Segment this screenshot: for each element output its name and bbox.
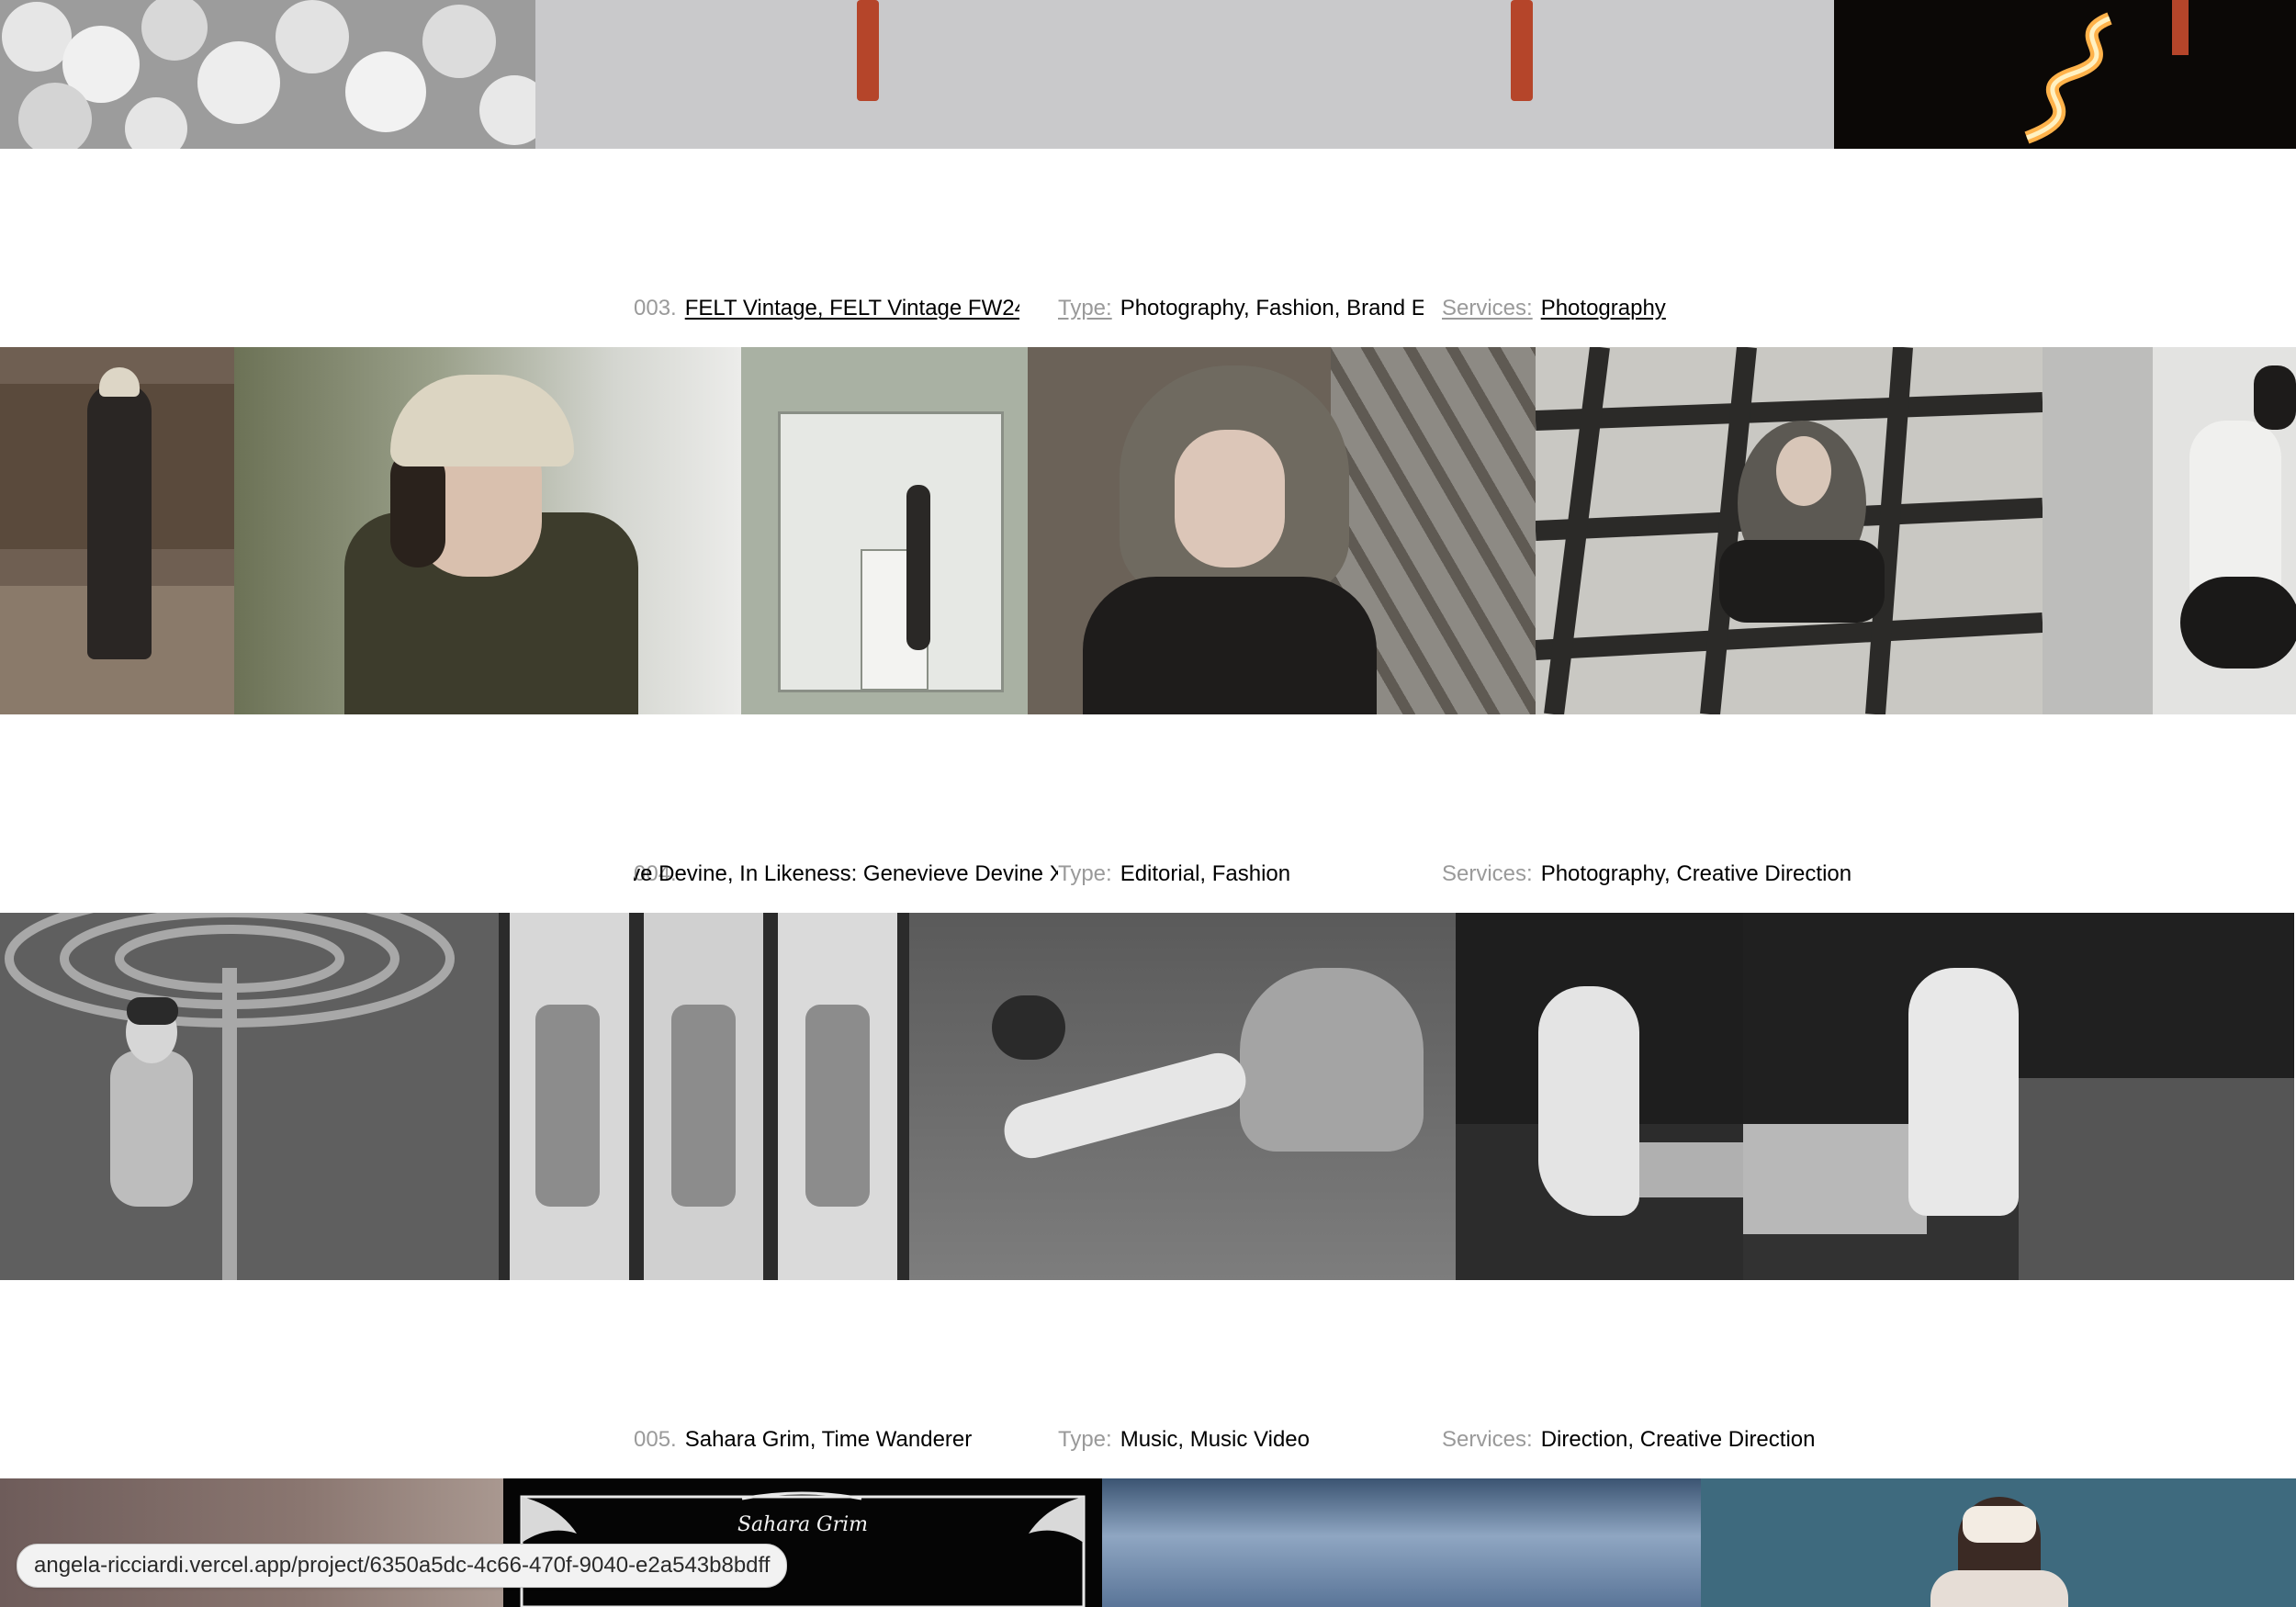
shrubs	[2019, 1078, 2294, 1280]
model-coat	[1538, 986, 1639, 1216]
model-face	[1175, 430, 1285, 568]
gallery-image-salt-flats[interactable]	[535, 0, 1834, 149]
gallery-image-triptych-mirror[interactable]	[499, 913, 909, 1280]
model-dress	[671, 1005, 736, 1207]
project-004-type-cell: Type: Editorial, Fashion	[1058, 856, 1424, 893]
type-value: Photography, Fashion, Brand Editorial	[1120, 296, 1424, 320]
services-label: Services:	[1442, 861, 1533, 886]
model-shoulders	[1930, 1570, 2068, 1607]
project-title-link[interactable]: Sahara Grim, Time Wanderer	[685, 1422, 973, 1458]
project-004-meta-row: 004. Genevieve Devine, In Likeness: Gene…	[0, 856, 2296, 893]
project-005-title-cell[interactable]: 005. Sahara Grim, Time Wanderer	[634, 1422, 1058, 1458]
project-title-link[interactable]: FELT Vintage, FELT Vintage FW24	[685, 290, 1019, 327]
gallery-image-sky-water[interactable]	[1102, 1478, 1701, 1607]
gallery-image-sea-bow[interactable]	[1701, 1478, 2296, 1607]
gallery-image-park-bench-running[interactable]	[1456, 913, 1743, 1280]
gallery-image-white-flowers[interactable]	[0, 0, 535, 149]
figure-red	[857, 0, 879, 101]
gallery-image-labyrinth-kneeling[interactable]	[0, 913, 499, 1280]
model-torso	[1083, 577, 1377, 714]
model-coat	[1908, 968, 2019, 1216]
white-flowers-image	[0, 0, 535, 149]
gallery-image-fur-bag[interactable]	[2043, 347, 2296, 714]
services-label: Services:	[1442, 296, 1533, 320]
type-label: Type:	[1058, 296, 1112, 320]
project-number: 005.	[634, 1427, 677, 1452]
type-value: Editorial, Fashion	[1120, 861, 1291, 886]
project-004-title-cell[interactable]: 004. Genevieve Devine, In Likeness: Gene…	[634, 856, 1058, 893]
hair-bow	[1963, 1506, 2036, 1543]
project-003-services-cell: Services: Photography	[1442, 290, 1901, 327]
project-005-type-cell: Type: Music, Music Video	[1058, 1422, 1424, 1458]
link-preview-status-bar: angela-ricciardi.vercel.app/project/6350…	[17, 1544, 788, 1588]
album-title: Sahara Grim	[737, 1513, 869, 1536]
gallery-image-knit-hat-portrait[interactable]	[234, 347, 741, 714]
gallery-image-deck-seated[interactable]	[0, 347, 234, 714]
model-figure	[87, 384, 152, 659]
white-wall	[2043, 347, 2153, 714]
project-005-services-cell: Services: Direction, Creative Direction	[1442, 1422, 1993, 1458]
project-004-services-cell: Services: Photography, Creative Directio…	[1442, 856, 1993, 893]
gallery-image-fire-trail[interactable]	[1834, 0, 2296, 149]
fur-bag	[2180, 577, 2296, 669]
services-value[interactable]: Photography	[1541, 290, 1666, 327]
ornate-frame	[520, 1491, 1086, 1607]
figure-red	[1511, 0, 1533, 101]
project-003-gallery[interactable]	[0, 347, 2296, 714]
gallery-image-tiles-seated[interactable]	[1536, 347, 2043, 714]
gallery-image-hooded-portrait[interactable]	[1028, 347, 1536, 714]
model-head	[992, 995, 1065, 1060]
type-label: Type:	[1058, 1427, 1112, 1452]
gallery-image-ornate-interior[interactable]	[0, 1478, 503, 1607]
gallery-image-reclining-grass[interactable]	[909, 913, 1456, 1280]
model-figure	[906, 485, 930, 650]
project-002-gallery[interactable]	[0, 0, 2296, 149]
project-004-gallery[interactable]	[0, 913, 2296, 1280]
project-005-gallery[interactable]: Sahara Grim	[0, 1478, 2296, 1607]
tile-grid	[1536, 347, 2043, 714]
project-003-type-cell: Type: Photography, Fashion, Brand Editor…	[1058, 290, 1424, 327]
project-003-meta-row: 003. FELT Vintage, FELT Vintage FW24 Typ…	[0, 290, 2296, 327]
gallery-image-greenhouse[interactable]	[741, 347, 1028, 714]
services-label: Services:	[1442, 1427, 1533, 1452]
project-number: 003.	[634, 296, 677, 320]
labyrinth-image	[0, 913, 499, 1280]
project-003-title-cell[interactable]: 003. FELT Vintage, FELT Vintage FW24	[634, 290, 1019, 327]
bench	[1743, 1124, 1927, 1234]
services-value: Direction, Creative Direction	[1540, 1427, 1816, 1452]
project-005-meta-row: 005. Sahara Grim, Time Wanderer Type: Mu…	[0, 1422, 2296, 1458]
gallery-image-album-cover[interactable]: Sahara Grim	[503, 1478, 1102, 1607]
model-dress	[1240, 968, 1424, 1152]
model-hair	[2254, 365, 2296, 430]
project-title-link[interactable]: Genevieve Devine, In Likeness: Genevieve…	[634, 856, 1058, 893]
model-dress	[805, 1005, 870, 1207]
model-dress	[535, 1005, 600, 1207]
knit-hat	[390, 375, 574, 466]
fire-trail-image	[2024, 0, 2189, 144]
gallery-image-park-bench-standing[interactable]	[1743, 913, 2294, 1280]
type-value: Music, Music Video	[1120, 1427, 1310, 1452]
services-value: Photography, Creative Direction	[1540, 861, 1852, 886]
model-hat	[99, 367, 140, 397]
type-label: Type:	[1058, 861, 1112, 886]
